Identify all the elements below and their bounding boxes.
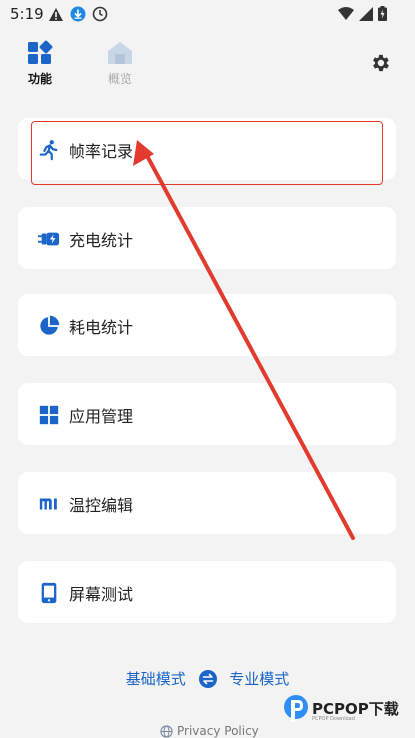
basic-mode-button[interactable]: 基础模式 <box>126 668 186 689</box>
annotation-highlight-box <box>31 121 383 185</box>
features-grid-icon <box>28 40 53 64</box>
card-app-management[interactable]: 应用管理 <box>18 383 396 445</box>
status-time: 5:19 <box>10 5 44 23</box>
phone-screen-icon <box>41 582 57 604</box>
mode-switch-row: 基础模式 专业模式 <box>0 668 415 689</box>
watermark-sub: PCPOP Download <box>312 716 355 722</box>
grid-apps-icon <box>39 405 59 425</box>
status-icons-right <box>338 6 387 21</box>
card-label: 温控编辑 <box>69 496 134 515</box>
card-label: 屏幕测试 <box>69 585 134 604</box>
annotation-arrow <box>133 140 355 540</box>
battery-charging-icon <box>378 6 387 21</box>
signal-icon <box>359 6 373 21</box>
tab-features[interactable]: 功能 <box>10 38 70 94</box>
card-label: 应用管理 <box>69 407 134 426</box>
mi-logo-icon <box>39 498 57 510</box>
card-label: 耗电统计 <box>69 318 134 337</box>
swap-icon[interactable] <box>198 669 217 688</box>
settings-gear-icon[interactable] <box>369 52 391 74</box>
tab-label: 功能 <box>27 72 52 86</box>
top-tabs: 功能 概览 <box>0 38 415 94</box>
pcpop-logo-icon <box>284 695 308 722</box>
tab-label: 概览 <box>107 72 132 86</box>
status-icons-left <box>48 6 108 22</box>
warning-icon <box>49 7 63 21</box>
card-label: 充电统计 <box>69 231 134 250</box>
privacy-policy-link[interactable]: Privacy Policy <box>160 724 259 738</box>
pie-chart-icon <box>40 315 60 335</box>
privacy-policy-label: Privacy Policy <box>177 724 259 738</box>
pcpop-watermark: PCPOP下载 PCPOP Download <box>282 694 412 730</box>
card-power-consumption-stats[interactable]: 耗电统计 <box>18 294 396 356</box>
globe-icon <box>160 724 173 738</box>
clock-icon <box>92 6 108 22</box>
charging-plug-icon <box>38 232 60 246</box>
wifi-icon <box>338 6 354 20</box>
status-bar: 5:19 <box>0 0 415 30</box>
home-icon <box>108 42 132 64</box>
download-icon <box>70 6 86 22</box>
pro-mode-button[interactable]: 专业模式 <box>229 668 289 689</box>
card-screen-test[interactable]: 屏幕测试 <box>18 561 396 623</box>
tab-overview[interactable]: 概览 <box>90 38 150 94</box>
card-thermal-control-edit[interactable]: 温控编辑 <box>18 472 396 534</box>
card-charging-stats[interactable]: 充电统计 <box>18 207 396 269</box>
